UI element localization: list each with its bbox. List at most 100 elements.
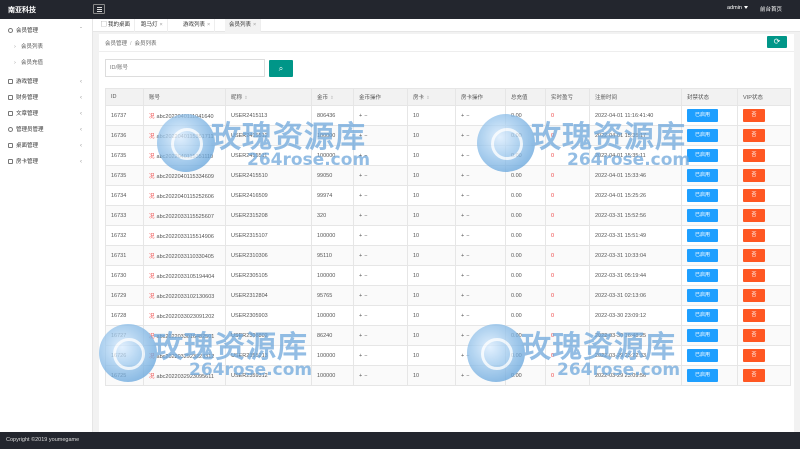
ban-status-button[interactable]: 已启用: [687, 349, 718, 362]
menu-toggle-button[interactable]: [93, 4, 105, 14]
gold-minus-button[interactable]: −: [364, 173, 369, 179]
sidebar-item-members[interactable]: 会员管理 ˆ: [0, 23, 92, 39]
close-icon[interactable]: ×: [253, 22, 256, 28]
ban-status-button[interactable]: 已启用: [687, 189, 718, 202]
vip-status-button[interactable]: 否: [743, 289, 765, 302]
admin-icon: [8, 127, 13, 133]
cell-gold-op: +−: [353, 185, 408, 206]
ban-status-button[interactable]: 已启用: [687, 249, 718, 262]
vip-status-button[interactable]: 否: [743, 209, 765, 222]
card-minus-button[interactable]: −: [466, 113, 471, 119]
refresh-button[interactable]: ⟳: [767, 36, 787, 48]
cell-register-time: 2022-03-31 15:51:49: [589, 225, 682, 246]
sidebar-item-articles[interactable]: 文章管理 ‹: [0, 106, 92, 122]
cell-id: 16732: [105, 225, 144, 246]
vip-status-button[interactable]: 否: [743, 369, 765, 382]
sidebar-item-admins[interactable]: 管理员管理 ‹: [0, 122, 92, 138]
sidebar-item-finance[interactable]: 财务管理 ‹: [0, 90, 92, 106]
card-minus-button[interactable]: −: [466, 353, 471, 359]
sidebar-item-member-list[interactable]: › 会员列表: [0, 39, 92, 55]
gold-minus-button[interactable]: −: [364, 233, 369, 239]
cell-card: 10: [407, 125, 456, 146]
ban-status-button[interactable]: 已启用: [687, 149, 718, 162]
column-header[interactable]: 房卡 ⇕: [407, 88, 456, 106]
vip-status-button[interactable]: 否: [743, 249, 765, 262]
ban-status-button[interactable]: 已启用: [687, 129, 718, 142]
card-minus-button[interactable]: −: [466, 233, 471, 239]
sort-icon[interactable]: ⇕: [426, 95, 430, 100]
gold-minus-button[interactable]: −: [364, 213, 369, 219]
cell-nickname: USER2415510: [225, 165, 312, 186]
vip-status-button[interactable]: 否: [743, 109, 765, 122]
ban-status-button[interactable]: 已启用: [687, 329, 718, 342]
gold-minus-button[interactable]: −: [364, 313, 369, 319]
vip-status-button[interactable]: 否: [743, 189, 765, 202]
card-minus-button[interactable]: −: [466, 373, 471, 379]
ban-status-button[interactable]: 已启用: [687, 269, 718, 282]
vip-status-button[interactable]: 否: [743, 129, 765, 142]
card-minus-button[interactable]: −: [466, 213, 471, 219]
sort-icon[interactable]: ⇕: [330, 95, 334, 100]
vip-status-button[interactable]: 否: [743, 349, 765, 362]
ban-status-button[interactable]: 已启用: [687, 169, 718, 182]
column-header[interactable]: 金币 ⇕: [311, 88, 354, 106]
card-minus-button[interactable]: −: [466, 193, 471, 199]
gold-minus-button[interactable]: −: [364, 193, 369, 199]
gold-minus-button[interactable]: −: [364, 153, 369, 159]
gold-minus-button[interactable]: −: [364, 253, 369, 259]
search-input[interactable]: [105, 59, 265, 77]
breadcrumb-parent[interactable]: 会员管理: [105, 41, 127, 47]
ban-status-button[interactable]: 已启用: [687, 229, 718, 242]
cell-recharge: 0.00: [505, 145, 546, 166]
tab-game-list[interactable]: 游戏列表 ×: [179, 19, 216, 32]
gold-minus-button[interactable]: −: [364, 373, 369, 379]
vip-status-button[interactable]: 否: [743, 269, 765, 282]
ban-status-button[interactable]: 已启用: [687, 289, 718, 302]
card-minus-button[interactable]: −: [466, 153, 471, 159]
card-minus-button[interactable]: −: [466, 173, 471, 179]
column-header: VIP状态: [737, 88, 791, 106]
vip-status-button[interactable]: 否: [743, 149, 765, 162]
card-minus-button[interactable]: −: [466, 293, 471, 299]
tab-marquee[interactable]: 跑马灯 ×: [137, 19, 168, 32]
gold-minus-button[interactable]: −: [364, 293, 369, 299]
vip-status-button[interactable]: 否: [743, 309, 765, 322]
cell-id: 16729: [105, 285, 144, 306]
online-tag-icon: 况: [149, 353, 155, 360]
vip-status-button[interactable]: 否: [743, 229, 765, 242]
gold-minus-button[interactable]: −: [364, 333, 369, 339]
column-header[interactable]: 昵称 ⇕: [225, 88, 312, 106]
search-button[interactable]: ⌕: [269, 60, 293, 77]
vip-status-button[interactable]: 否: [743, 329, 765, 342]
ban-status-button[interactable]: 已启用: [687, 209, 718, 222]
card-minus-button[interactable]: −: [466, 273, 471, 279]
content-card: 会员管理/会员列表 ⟳ ⌕ ID 账号 昵称⇕ 金币⇕ 金币操作 房卡⇕ 房卡操…: [99, 34, 794, 432]
gold-minus-button[interactable]: −: [364, 273, 369, 279]
cell-recharge: 0.00: [505, 305, 546, 326]
gold-minus-button[interactable]: −: [364, 113, 369, 119]
vip-status-button[interactable]: 否: [743, 169, 765, 182]
sidebar-item-room-cards[interactable]: 房卡管理 ‹: [0, 154, 92, 170]
card-minus-button[interactable]: −: [466, 313, 471, 319]
user-menu[interactable]: admin: [727, 5, 748, 11]
ban-status-button[interactable]: 已启用: [687, 369, 718, 382]
tab-desktop[interactable]: ▢ 我的桌面: [97, 19, 136, 32]
sidebar-item-games[interactable]: 游戏管理 ‹: [0, 74, 92, 90]
cell-profit: 0: [545, 185, 590, 206]
ban-status-button[interactable]: 已启用: [687, 309, 718, 322]
tab-member-list[interactable]: 会员列表 ×: [225, 19, 262, 32]
card-minus-button[interactable]: −: [466, 253, 471, 259]
sidebar-item-tables[interactable]: 桌面管理 ‹: [0, 138, 92, 154]
gold-minus-button[interactable]: −: [364, 133, 369, 139]
card-minus-button[interactable]: −: [466, 133, 471, 139]
ban-status-button[interactable]: 已启用: [687, 109, 718, 122]
column-header: 注册时间: [589, 88, 682, 106]
sidebar-item-member-recharge[interactable]: › 会员充值: [0, 55, 92, 71]
close-icon[interactable]: ×: [160, 22, 163, 28]
sort-icon[interactable]: ⇕: [244, 95, 248, 100]
close-icon[interactable]: ×: [207, 22, 210, 28]
chevron-up-icon: ˆ: [80, 28, 82, 34]
gold-minus-button[interactable]: −: [364, 353, 369, 359]
frontend-home-link[interactable]: 前台首页: [760, 5, 782, 13]
card-minus-button[interactable]: −: [466, 333, 471, 339]
